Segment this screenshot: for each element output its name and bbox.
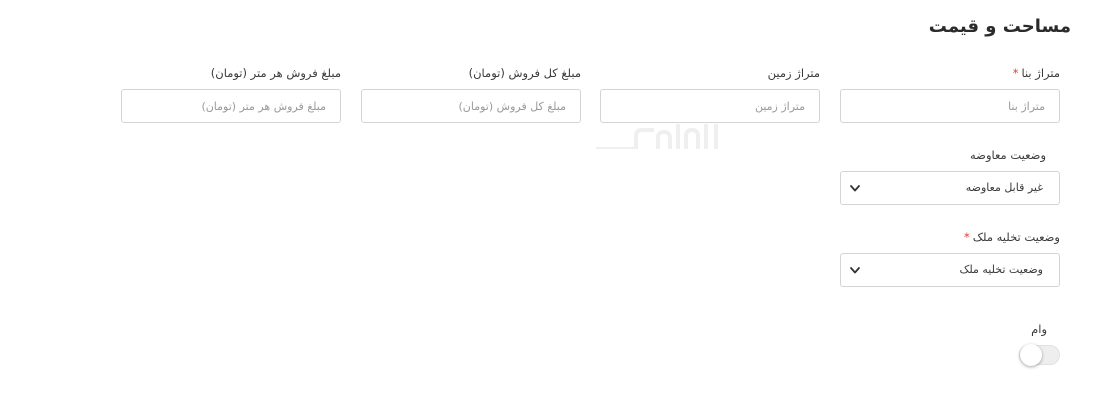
- building-area-label-text: متراژ بنا: [1021, 66, 1060, 80]
- required-marker: *: [963, 230, 970, 244]
- total-price-label: مبلغ کل فروش (تومان): [468, 66, 581, 80]
- chevron-down-icon: [850, 185, 860, 192]
- chevron-down-icon: [850, 267, 860, 274]
- vacancy-status-label: وضعیت تخلیه ملک*: [964, 230, 1060, 244]
- loan-label: وام: [1031, 322, 1047, 336]
- total-price-field: مبلغ کل فروش (تومان): [361, 66, 581, 124]
- price-per-meter-label: مبلغ فروش هر متر (تومان): [210, 66, 341, 80]
- land-area-input[interactable]: [600, 89, 820, 123]
- loan-toggle-knob[interactable]: [1020, 344, 1042, 366]
- exchange-status-selected-value: غیر قابل معاوضه: [965, 181, 1043, 194]
- land-area-field: متراژ زمین: [600, 66, 820, 124]
- loan-field: وام: [987, 322, 1047, 342]
- watermark-logo: [596, 124, 718, 149]
- section-title: مساحت و قیمت: [928, 16, 1071, 37]
- price-per-meter-field: مبلغ فروش هر متر (تومان): [121, 66, 341, 124]
- vacancy-status-field: وضعیت تخلیه ملک* وضعیت تخلیه ملک: [840, 230, 1060, 288]
- vacancy-status-label-text: وضعیت تخلیه ملک: [972, 230, 1060, 244]
- land-area-label: متراژ زمین: [767, 66, 820, 80]
- vacancy-status-select[interactable]: وضعیت تخلیه ملک: [840, 253, 1060, 287]
- exchange-status-label: وضعیت معاوضه: [970, 148, 1046, 162]
- building-area-label: متراژ بنا*: [1013, 66, 1060, 80]
- exchange-status-field: وضعیت معاوضه غیر قابل معاوضه: [840, 148, 1060, 206]
- required-marker: *: [1012, 66, 1019, 80]
- building-area-field: متراژ بنا*: [840, 66, 1060, 124]
- building-area-input[interactable]: [840, 89, 1060, 123]
- vacancy-status-selected-value: وضعیت تخلیه ملک: [959, 263, 1043, 276]
- loan-toggle[interactable]: [1019, 344, 1060, 366]
- price-per-meter-input[interactable]: [121, 89, 341, 123]
- total-price-input[interactable]: [361, 89, 581, 123]
- exchange-status-select[interactable]: غیر قابل معاوضه: [840, 171, 1060, 205]
